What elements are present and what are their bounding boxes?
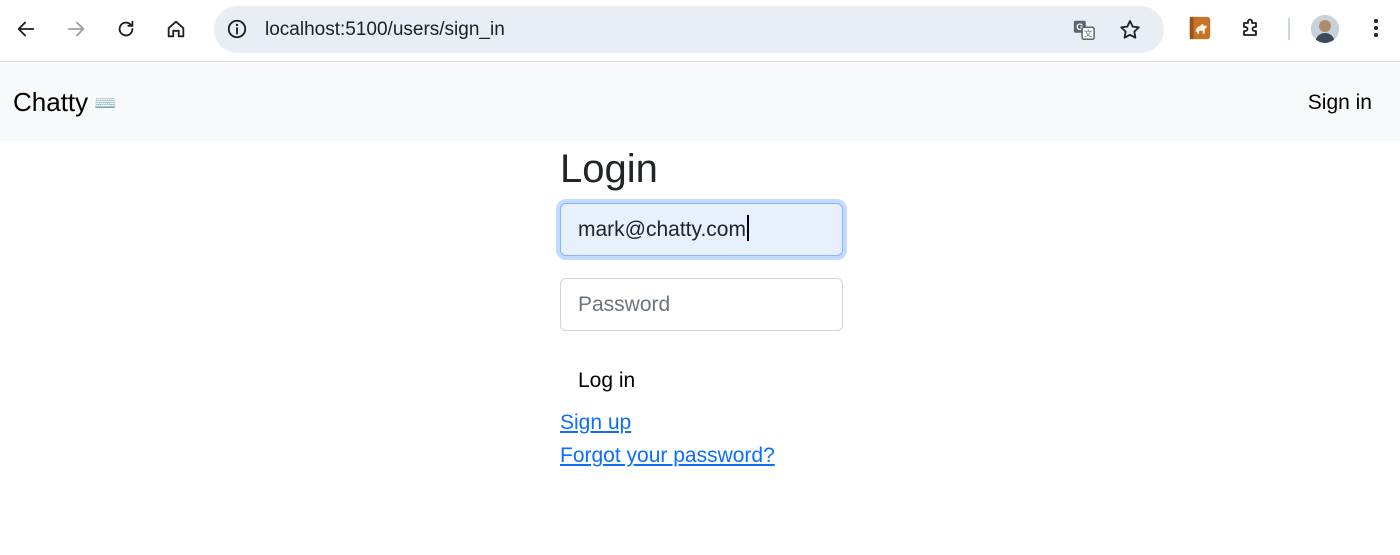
browser-toolbar: localhost:5100/users/sign_in G文 (0, 0, 1400, 62)
page-title: Login (560, 147, 658, 191)
sign-up-link[interactable]: Sign up (560, 409, 631, 437)
profile-avatar[interactable] (1311, 15, 1339, 43)
reload-button[interactable] (110, 13, 142, 45)
password-placeholder[interactable]: Password (578, 293, 670, 316)
back-button[interactable] (10, 13, 42, 45)
arrow-left-icon (17, 21, 35, 37)
home-icon (167, 20, 185, 38)
home-button[interactable] (160, 13, 192, 45)
app-navbar: Chatty ⌨️ Sign in (0, 63, 1400, 141)
forward-button[interactable] (60, 13, 92, 45)
text-caret (746, 215, 749, 241)
info-icon[interactable] (226, 18, 248, 40)
nav-sign-in-link[interactable]: Sign in (1308, 89, 1372, 117)
camel-extension-icon[interactable] (1186, 14, 1214, 42)
login-button[interactable]: Log in (560, 361, 653, 401)
bookmark-star-icon[interactable] (1117, 17, 1143, 43)
url-text[interactable]: localhost:5100/users/sign_in (265, 18, 505, 42)
arrow-right-icon (67, 21, 85, 37)
avatar-icon (1311, 15, 1339, 43)
brand-name[interactable]: Chatty (13, 87, 88, 117)
email-value[interactable]: mark@chatty.com (578, 218, 746, 241)
password-field[interactable]: Password (560, 278, 843, 331)
kebab-menu-icon[interactable] (1362, 14, 1390, 42)
keyboard-icon: ⌨️ (94, 93, 117, 113)
svg-text:文: 文 (1084, 28, 1093, 38)
forgot-password-link[interactable]: Forgot your password? (560, 442, 775, 470)
address-bar[interactable]: localhost:5100/users/sign_in G文 (214, 6, 1164, 53)
puzzle-icon[interactable] (1237, 14, 1265, 42)
translate-icon[interactable]: G文 (1071, 17, 1097, 43)
toolbar-divider (1288, 18, 1290, 40)
email-field[interactable]: mark@chatty.com (560, 203, 843, 256)
reload-icon (118, 20, 134, 37)
brand-logo[interactable]: Chatty ⌨️ (13, 85, 117, 120)
